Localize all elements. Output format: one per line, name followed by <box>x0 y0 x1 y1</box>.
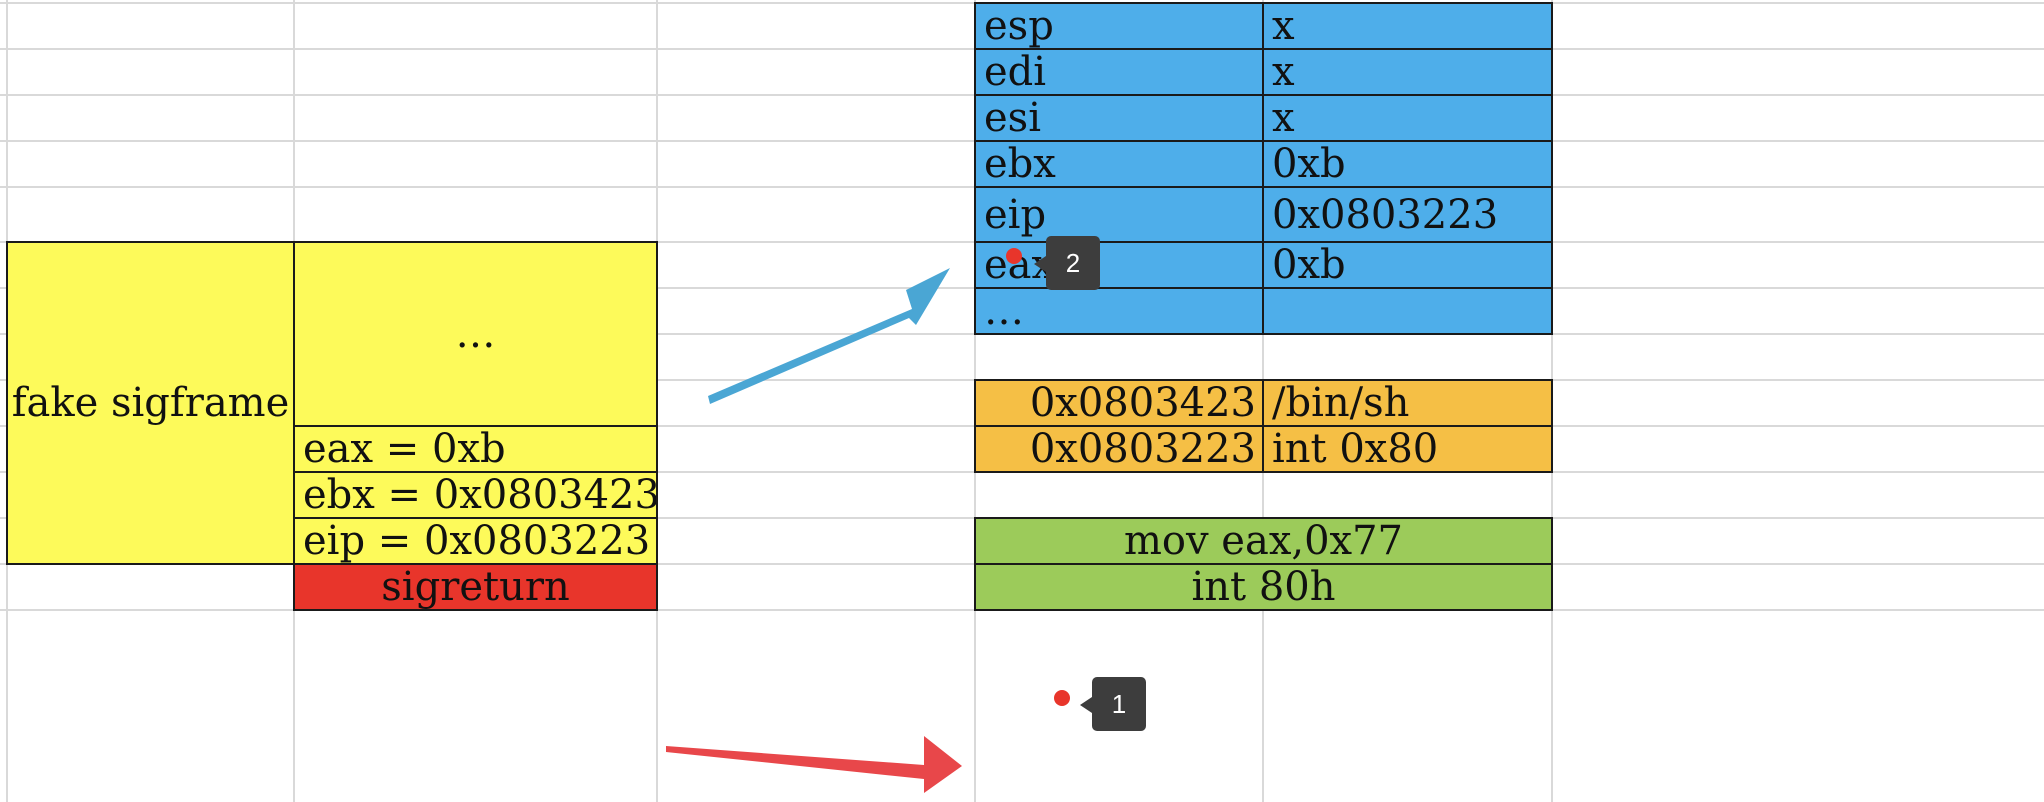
register-name: esi <box>974 94 1264 142</box>
sigframe-ellipsis: … <box>293 241 658 427</box>
memory-address: 0x0803223 <box>974 425 1264 473</box>
register-value: x <box>1262 2 1553 50</box>
annotation-dot <box>1054 690 1070 706</box>
register-name: … <box>974 287 1264 335</box>
annotation-badge-2[interactable]: 2 <box>1034 236 1100 290</box>
register-value: x <box>1262 48 1553 96</box>
sigreturn-cell: sigreturn <box>293 563 658 611</box>
register-value: 0x0803223 <box>1262 186 1553 243</box>
register-name: edi <box>974 48 1264 96</box>
register-name: eip <box>974 186 1264 243</box>
sigframe-ebx: ebx = 0x0803423 <box>293 471 658 519</box>
register-name: ebx <box>974 140 1264 188</box>
register-value <box>1262 287 1553 335</box>
sigframe-eax: eax = 0xb <box>293 425 658 473</box>
register-value: 0xb <box>1262 241 1553 289</box>
memory-content: int 0x80 <box>1262 425 1553 473</box>
register-value: x <box>1262 94 1553 142</box>
annotation-dot <box>1006 248 1022 264</box>
arrow-red <box>666 736 962 793</box>
register-value: 0xb <box>1262 140 1553 188</box>
memory-content: /bin/sh <box>1262 379 1553 427</box>
code-line: int 80h <box>974 563 1553 611</box>
code-line: mov eax,0x77 <box>974 517 1553 565</box>
memory-address: 0x0803423 <box>974 379 1264 427</box>
sigframe-label: fake sigframe <box>6 241 295 565</box>
register-name: esp <box>974 2 1264 50</box>
sigframe-eip: eip = 0x0803223 <box>293 517 658 565</box>
annotation-badge-1[interactable]: 1 <box>1080 677 1146 731</box>
